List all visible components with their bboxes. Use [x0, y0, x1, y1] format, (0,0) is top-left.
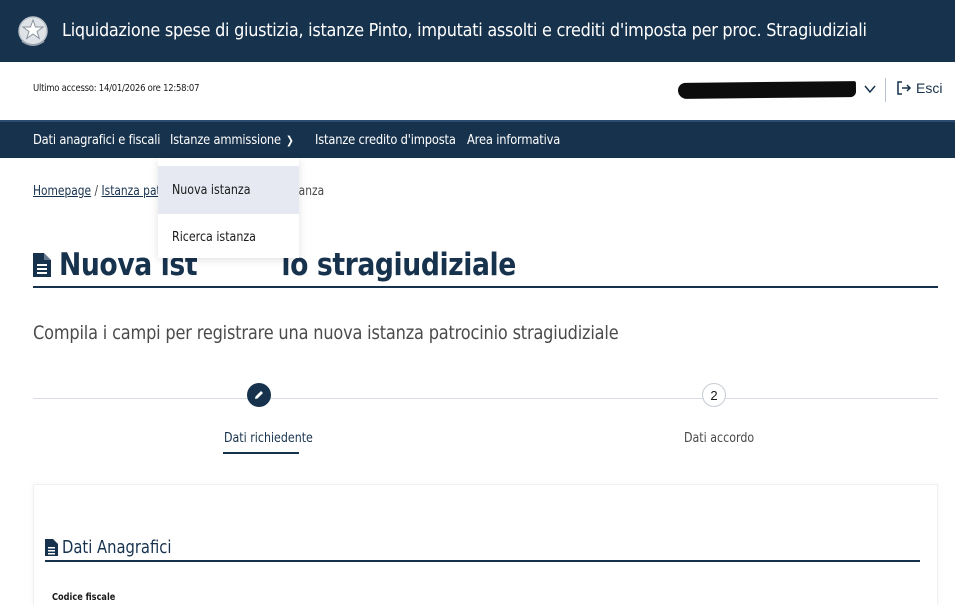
document-icon: [45, 538, 58, 556]
main-nav: Dati anagrafici e fiscali Istanze ammiss…: [0, 120, 955, 158]
breadcrumb: Homepage / Istanza patroc anza: [33, 184, 324, 199]
chevron-down-icon[interactable]: [863, 80, 877, 98]
dropdown-item-nuova-istanza[interactable]: Nuova istanza: [158, 166, 299, 214]
step-2-label[interactable]: Dati accordo: [684, 430, 754, 446]
stepper-track: [33, 398, 938, 399]
nav-item-dati-anagrafici[interactable]: Dati anagrafici e fiscali: [33, 122, 160, 160]
page-title: Nuova ist io stragiudiziale: [33, 244, 590, 286]
title-underline: [33, 286, 938, 288]
section-underline: [45, 560, 920, 562]
logout-label: Esci: [916, 80, 943, 96]
section-title: Dati Anagrafici: [45, 535, 196, 559]
nav-item-label: Dati anagrafici e fiscali: [33, 132, 161, 148]
dropdown-item-label: Nuova istanza: [172, 182, 251, 198]
dropdown-item-label: Ricerca istanza: [172, 229, 256, 245]
nav-item-istanze-ammissione[interactable]: Istanze ammissione ❯: [170, 122, 294, 160]
nav-item-label: Istanze ammissione: [170, 132, 281, 148]
codice-fiscale-label: Codice fiscale: [52, 592, 116, 603]
app-title: Liquidazione spese di giustizia, istanze…: [62, 21, 867, 41]
breadcrumb-current: anza: [298, 184, 325, 199]
nav-item-area-informativa[interactable]: Area informativa: [467, 122, 560, 160]
step-1-indicator[interactable]: [247, 383, 271, 407]
divider: [885, 78, 886, 102]
app-header: Liquidazione spese di giustizia, istanze…: [0, 0, 955, 62]
chevron-down-icon: ❯: [286, 134, 294, 147]
breadcrumb-separator: /: [94, 184, 99, 199]
nav-item-label: Area informativa: [467, 132, 561, 148]
last-access-text: Ultimo accesso: 14/01/2026 ore 12:58:07: [33, 83, 200, 94]
logout-icon: [897, 81, 912, 95]
pencil-icon: [255, 391, 263, 399]
nav-item-istanze-credito[interactable]: Istanze credito d'imposta: [315, 122, 456, 160]
dropdown-item-ricerca-istanza[interactable]: Ricerca istanza: [158, 214, 299, 260]
logout-button[interactable]: Esci: [896, 80, 942, 96]
breadcrumb-home-link[interactable]: Homepage: [33, 184, 91, 199]
nav-item-label: Istanze credito d'imposta: [315, 132, 456, 148]
page-subtitle: Compila i campi per registrare una nuova…: [33, 322, 619, 344]
document-icon: [33, 253, 51, 277]
step-1-label[interactable]: Dati richiedente: [224, 430, 313, 446]
section-title-label: Dati Anagrafici: [62, 536, 172, 558]
page-title-visible-right: io stragiudiziale: [281, 247, 516, 283]
user-name-redacted[interactable]: [677, 81, 857, 99]
step-1-active-underline: [223, 452, 299, 454]
istanze-ammissione-dropdown: Nuova istanza Ricerca istanza: [158, 158, 299, 258]
step-2-indicator[interactable]: 2: [702, 383, 726, 407]
emblem-icon: [18, 16, 48, 46]
